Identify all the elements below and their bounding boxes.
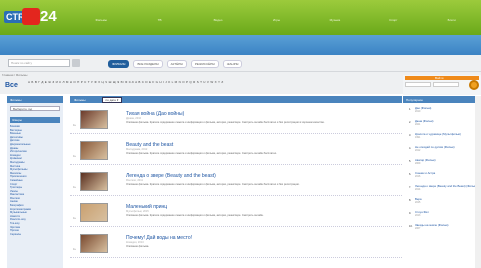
search-tab[interactable]: ЖАНРЫ xyxy=(222,60,243,68)
film-meta: Мелодрама, 2012 xyxy=(126,148,148,151)
popular-year: 2012 xyxy=(415,149,421,153)
login-header-label: Войти xyxy=(435,76,444,80)
popular-rank: 2. xyxy=(409,121,412,124)
top-nav-item[interactable]: Блоги xyxy=(423,18,481,26)
year-select[interactable]: Выберите год xyxy=(10,106,60,111)
search-input[interactable]: Поиск по сайту xyxy=(8,59,70,67)
genre-link[interactable]: Сериалы xyxy=(10,233,60,237)
popular-year: 2013 xyxy=(415,214,421,218)
popular-rank: 9. xyxy=(409,212,412,215)
genres-header: Жанры xyxy=(10,117,60,123)
popular-list: 1. Дао (Фильм) 2010 2. Дюна (Фильм) 2021 3. Кра… xyxy=(405,106,479,237)
film-meta: Комедия, 2013 xyxy=(126,241,144,244)
popular-title-link[interactable]: Легенда о звере (Beauty and the Beast) (… xyxy=(415,184,479,188)
sidebar-header: Фильмы xyxy=(7,96,63,103)
popular-year: 2016 xyxy=(415,175,421,179)
main-header-title: Фильмы xyxy=(74,97,86,102)
film-thumbnail[interactable]: 0+ xyxy=(73,172,108,191)
film-thumbnail[interactable]: 0+ xyxy=(73,234,108,253)
film-item: 0+ Тихая война (Дао войны) Драма, 2010 Опис… xyxy=(70,103,402,134)
film-description: Описание фильма. Краткое содержание сюже… xyxy=(126,214,264,217)
age-rating: 0+ xyxy=(73,248,76,251)
top-nav-item[interactable]: Игры xyxy=(247,18,305,26)
film-thumbnail[interactable]: 0+ xyxy=(73,110,108,129)
search-tab[interactable]: РЕЖИССЁРЫ xyxy=(190,60,219,68)
film-description: Описание фильма. Краткое содержание сюже… xyxy=(126,152,277,155)
sub-nav-bar: Фильмы Новинки кино Сериалы Трейлеры Акт… xyxy=(0,35,481,81)
search-tab[interactable]: ВСЕ РАЗДЕЛЫ xyxy=(133,60,163,68)
logo-number: 24 xyxy=(40,8,57,25)
film-description: Описание фильма. xyxy=(126,245,150,248)
popular-rank: 3. xyxy=(409,134,412,137)
film-item: 0+ Легенда о звере (Beauty and the beast)… xyxy=(70,165,402,196)
login-header: Войти xyxy=(405,76,479,80)
scrollbar[interactable] xyxy=(475,96,481,268)
top-nav-item[interactable]: Спорт xyxy=(364,18,422,26)
age-rating: 0+ xyxy=(73,155,76,158)
main-header: Фильмы по дате ▾ xyxy=(70,96,402,103)
top-nav-item[interactable]: Музыка xyxy=(306,18,364,26)
all-letters-link[interactable]: Все xyxy=(5,82,18,89)
search-button[interactable] xyxy=(72,59,80,67)
popular-rank: 10. xyxy=(409,225,413,228)
top-nav-item[interactable]: ТВ xyxy=(130,18,188,26)
film-description: Описание фильма. Краткое содержание сюже… xyxy=(126,183,300,186)
age-rating: 0+ xyxy=(73,186,76,189)
popular-rank: 4. xyxy=(409,147,412,150)
film-list: 0+ Тихая война (Дао войны) Драма, 2010 Опис… xyxy=(70,103,402,258)
popular-rank: 7. xyxy=(409,186,412,189)
film-thumbnail[interactable]: 0+ xyxy=(73,203,108,222)
alphabet-letters[interactable]: А Б В Г Д Е Ж З И К Л М Н О П Р С Т У Ф … xyxy=(28,80,224,85)
film-meta: Драма, 2010 xyxy=(126,117,142,120)
popular-year: 2010 xyxy=(415,110,421,114)
login-button[interactable] xyxy=(469,80,479,90)
search-tabs: ФИЛЬМЫ ВСЕ РАЗДЕЛЫ АКТЁРЫ РЕЖИССЁРЫ ЖАНР… xyxy=(108,60,243,68)
popular-year: 2021 xyxy=(415,123,421,127)
age-rating: 0+ xyxy=(73,124,76,127)
left-sidebar: Фильмы Выберите год Жанры Боевики Вестерн… xyxy=(7,96,63,268)
main-content: Фильмы по дате ▾ 0+ Тихая война (Дао войн… xyxy=(70,96,402,268)
search-row: Поиск по сайту ФИЛЬМЫ ВСЕ РАЗДЕЛЫ АКТЁРЫ… xyxy=(0,55,481,72)
popular-year: 2009 xyxy=(415,162,421,166)
genre-list: Боевики Вестерны Военные Детективы Детские До… xyxy=(10,125,60,236)
popular-item: 10. Звезды на земле (Фильм) 2007 xyxy=(405,223,479,237)
film-meta: Мультфильм, 2015 xyxy=(126,210,149,213)
top-nav-item[interactable]: Фильмы xyxy=(72,18,130,26)
password-field[interactable] xyxy=(433,82,459,87)
breadcrumb[interactable]: Главная / Фильмы xyxy=(2,73,27,77)
film-item: 0+ Почему! Дай воды на место! Комедия, 201… xyxy=(70,227,402,258)
top-nav-item[interactable]: Видео xyxy=(189,18,247,26)
search-tab[interactable]: АКТЁРЫ xyxy=(166,60,187,68)
popular-rank: 6. xyxy=(409,173,412,176)
site-logo[interactable]: CTRL 24 xyxy=(4,7,66,28)
popular-year: 1991 xyxy=(415,136,421,140)
film-item: 0+ Beauty and the beast Мелодрама, 2012 Опи… xyxy=(70,134,402,165)
login-field[interactable] xyxy=(405,82,431,87)
popular-year: 2015 xyxy=(415,201,421,205)
search-tab[interactable]: ФИЛЬМЫ xyxy=(108,60,130,68)
film-item: 0+ Маленький принц Мультфильм, 2015 Описани… xyxy=(70,196,402,227)
login-box: Войти xyxy=(403,75,481,95)
popular-rank: 1. xyxy=(409,108,412,111)
popular-rank: 5. xyxy=(409,160,412,163)
logo-icon xyxy=(22,8,40,25)
film-description: Описание фильма. Краткое содержание сюже… xyxy=(126,121,325,124)
sort-dropdown[interactable]: по дате ▾ xyxy=(101,96,123,103)
popular-rank: 8. xyxy=(409,199,412,202)
right-sidebar: Популярное 1. Дао (Фильм) 2010 2. Дюна (Филь… xyxy=(403,96,481,268)
age-rating: 0+ xyxy=(73,217,76,220)
popular-year: 2007 xyxy=(415,227,421,231)
film-meta: Фэнтези, 2011 xyxy=(126,179,143,182)
top-nav: Фильмы ТВ Видео Игры Музыка Спорт Блоги xyxy=(72,18,481,26)
popular-header: Популярное xyxy=(403,96,481,103)
popular-year: 2014 xyxy=(415,188,421,192)
film-thumbnail[interactable]: 0+ xyxy=(73,141,108,160)
top-header: CTRL 24 Фильмы ТВ Видео Игры Музыка Спор… xyxy=(0,0,481,35)
